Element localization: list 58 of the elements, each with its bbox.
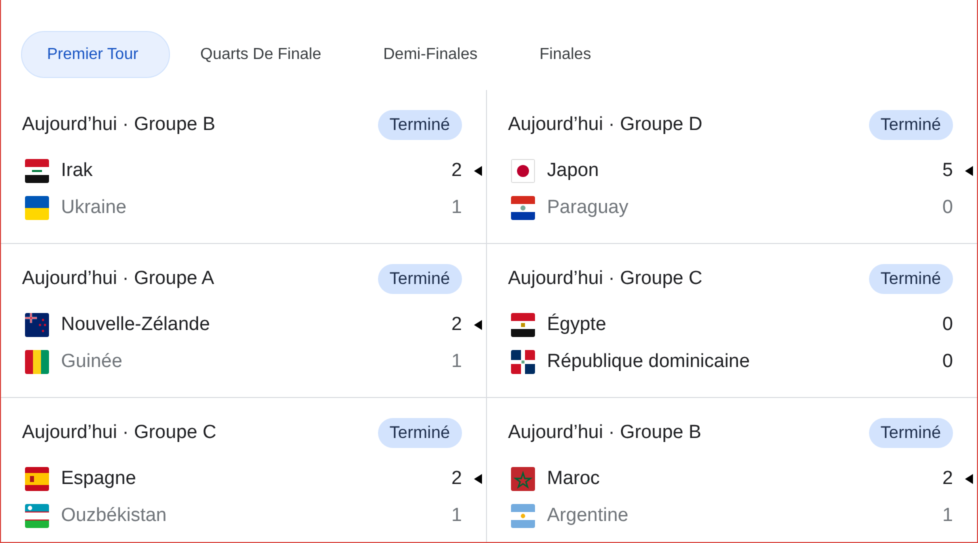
flag-icon bbox=[25, 196, 49, 220]
round-tab[interactable]: Finales bbox=[513, 31, 624, 78]
round-tab[interactable]: Premier Tour bbox=[21, 31, 170, 78]
team-score: 5 bbox=[941, 160, 953, 182]
round-tab[interactable]: Quarts De Finale bbox=[174, 31, 354, 78]
match-header: Aujourd’hui · Groupe B bbox=[22, 114, 216, 136]
flag-icon bbox=[25, 466, 49, 490]
team-name: Ukraine bbox=[61, 196, 128, 218]
status-badge: Terminé bbox=[868, 418, 953, 448]
flag-icon bbox=[25, 312, 49, 336]
team-name: Égypte bbox=[547, 314, 608, 336]
team-score: 1 bbox=[450, 350, 462, 372]
flag-icon bbox=[511, 504, 535, 528]
team-score: 2 bbox=[450, 160, 462, 182]
team-name: Maroc bbox=[547, 468, 601, 490]
team-score: 2 bbox=[450, 468, 462, 490]
team-score: 2 bbox=[941, 468, 953, 490]
team-score: 0 bbox=[941, 314, 953, 336]
team-name: Japon bbox=[547, 160, 600, 182]
match-header: Aujourd’hui · Groupe C bbox=[508, 268, 702, 290]
flag-icon bbox=[25, 158, 49, 182]
match-header: Aujourd’hui · Groupe B bbox=[508, 422, 702, 444]
status-badge: Terminé bbox=[378, 110, 462, 140]
flag-icon bbox=[511, 350, 535, 374]
status-badge: Terminé bbox=[868, 264, 953, 294]
round-tab[interactable]: Demi-Finales bbox=[357, 31, 510, 78]
status-badge: Terminé bbox=[378, 264, 462, 294]
match-card[interactable]: Aujourd’hui · Groupe C Terminé Égypte 0 République dominicaine 0 bbox=[487, 244, 977, 398]
team-name: Nouvelle-Zélande bbox=[61, 314, 211, 336]
flag-icon bbox=[511, 466, 535, 490]
match-card[interactable]: Aujourd’hui · Groupe D Terminé Japon 5 Paraguay 0 bbox=[487, 90, 977, 244]
match-header: Aujourd’hui · Groupe D bbox=[508, 114, 702, 136]
team-score: 1 bbox=[941, 504, 953, 526]
team-name: République dominicaine bbox=[547, 350, 751, 372]
team-name: Guinée bbox=[61, 350, 124, 372]
match-card[interactable]: Aujourd’hui · Groupe C Terminé Espagne 2 Ouzbékistan 1 bbox=[1, 398, 487, 542]
flag-icon bbox=[25, 350, 49, 374]
match-card[interactable]: Aujourd’hui · Groupe B Terminé Maroc 2 Argentine 1 bbox=[487, 398, 977, 542]
team-name: Irak bbox=[61, 160, 94, 182]
match-card[interactable]: Aujourd’hui · Groupe A Terminé Nouvelle-Zélande 2 Guinée 1 bbox=[1, 244, 487, 398]
team-score: 0 bbox=[941, 196, 953, 218]
team-score: 2 bbox=[450, 314, 462, 336]
team-name: Argentine bbox=[547, 504, 630, 526]
status-badge: Terminé bbox=[378, 418, 462, 448]
flag-icon bbox=[25, 504, 49, 528]
flag-icon bbox=[511, 312, 535, 336]
team-score: 0 bbox=[941, 350, 953, 372]
team-name: Paraguay bbox=[547, 196, 630, 218]
team-name: Ouzbékistan bbox=[61, 504, 168, 526]
flag-icon bbox=[511, 158, 535, 182]
match-header: Aujourd’hui · Groupe C bbox=[22, 422, 216, 444]
match-header: Aujourd’hui · Groupe A bbox=[22, 268, 214, 290]
team-score: 1 bbox=[450, 196, 462, 218]
match-card[interactable]: Aujourd’hui · Groupe B Terminé Irak 2 Ukraine 1 bbox=[1, 90, 487, 244]
team-score: 1 bbox=[450, 504, 462, 526]
team-name: Espagne bbox=[61, 468, 138, 490]
status-badge: Terminé bbox=[868, 110, 953, 140]
flag-icon bbox=[511, 196, 535, 220]
